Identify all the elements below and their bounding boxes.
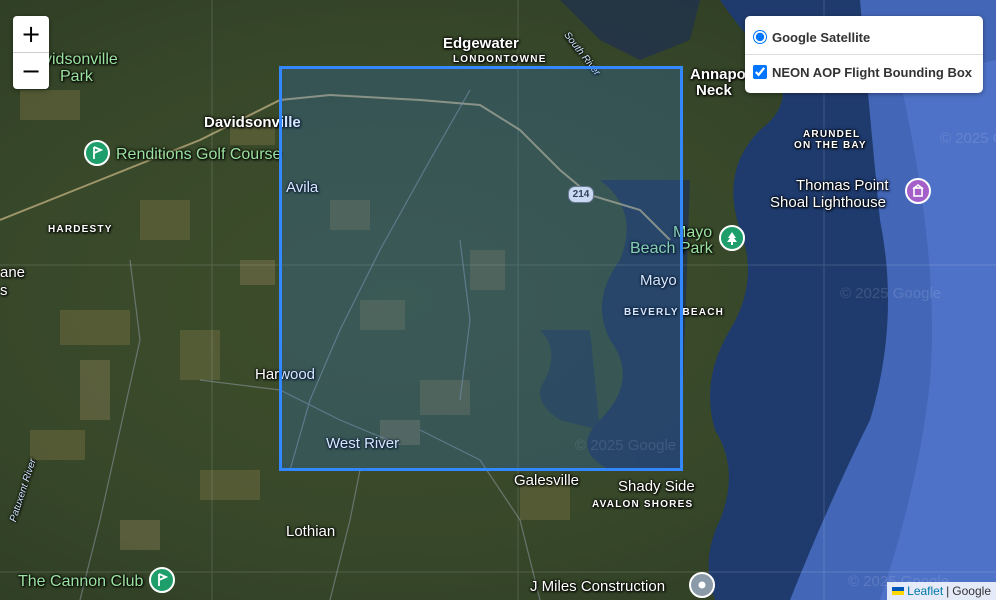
- place-label-renditions-golf: Renditions Golf Course: [116, 146, 282, 163]
- golf-course-icon[interactable]: [84, 140, 110, 166]
- place-label-neck: Neck: [696, 82, 732, 99]
- overlay-layer-option[interactable]: NEON AOP Flight Bounding Box: [753, 57, 975, 87]
- golf-course-icon[interactable]: [149, 567, 175, 593]
- zoom-in-button[interactable]: +: [13, 16, 49, 52]
- leaflet-link[interactable]: Leaflet: [907, 584, 943, 598]
- zoom-out-button[interactable]: −: [13, 52, 49, 89]
- place-label-galesville: Galesville: [514, 472, 580, 489]
- place-label-avalon-shores: AVALON SHORES: [592, 499, 694, 510]
- attribution-provider: Google: [952, 584, 991, 598]
- place-label-davidsonville-park: Park: [60, 68, 93, 85]
- place-label-hardesty: HARDESTY: [48, 224, 113, 235]
- base-layer-option[interactable]: Google Satellite: [753, 22, 975, 52]
- park-icon[interactable]: [719, 225, 745, 251]
- layers-separator: [745, 54, 983, 55]
- map-watermark: © 2025 Google: [940, 130, 996, 147]
- flight-bounding-box[interactable]: [279, 66, 683, 471]
- base-layer-label: Google Satellite: [772, 29, 871, 45]
- lighthouse-icon[interactable]: [905, 178, 931, 204]
- place-label-ane: ane: [0, 264, 26, 281]
- place-label-arundel: ARUNDEL: [803, 129, 861, 140]
- overlay-layer-label: NEON AOP Flight Bounding Box: [772, 64, 973, 80]
- place-label-shady-side: Shady Side: [618, 478, 695, 495]
- attribution: Leaflet | Google: [887, 582, 996, 600]
- zoom-control: + −: [13, 16, 49, 89]
- place-label-arundel: ON THE BAY: [794, 140, 867, 151]
- attribution-separator: |: [946, 584, 950, 598]
- place-label-thomas-point: Thomas Point: [796, 177, 889, 194]
- place-label-cannon-club: The Cannon Club: [18, 573, 144, 590]
- place-label-davidsonville-park: vidsonville: [44, 51, 118, 68]
- business-icon[interactable]: [689, 572, 715, 598]
- place-label-londontowne: LONDONTOWNE: [453, 54, 547, 65]
- map-watermark: © 2025 Google: [840, 285, 942, 302]
- ukraine-flag-icon: [892, 587, 905, 595]
- place-label-thomas-point: Shoal Lighthouse: [770, 194, 886, 211]
- layers-control: Google Satellite NEON AOP Flight Boundin…: [745, 16, 983, 93]
- place-label-j-miles: J Miles Construction: [530, 578, 666, 595]
- place-label-edgewater: Edgewater: [443, 35, 519, 52]
- overlay-layer-checkbox[interactable]: [753, 65, 767, 79]
- place-label-lothian: Lothian: [286, 523, 336, 540]
- base-layer-radio[interactable]: [753, 30, 767, 44]
- place-label-ane: s: [0, 282, 8, 299]
